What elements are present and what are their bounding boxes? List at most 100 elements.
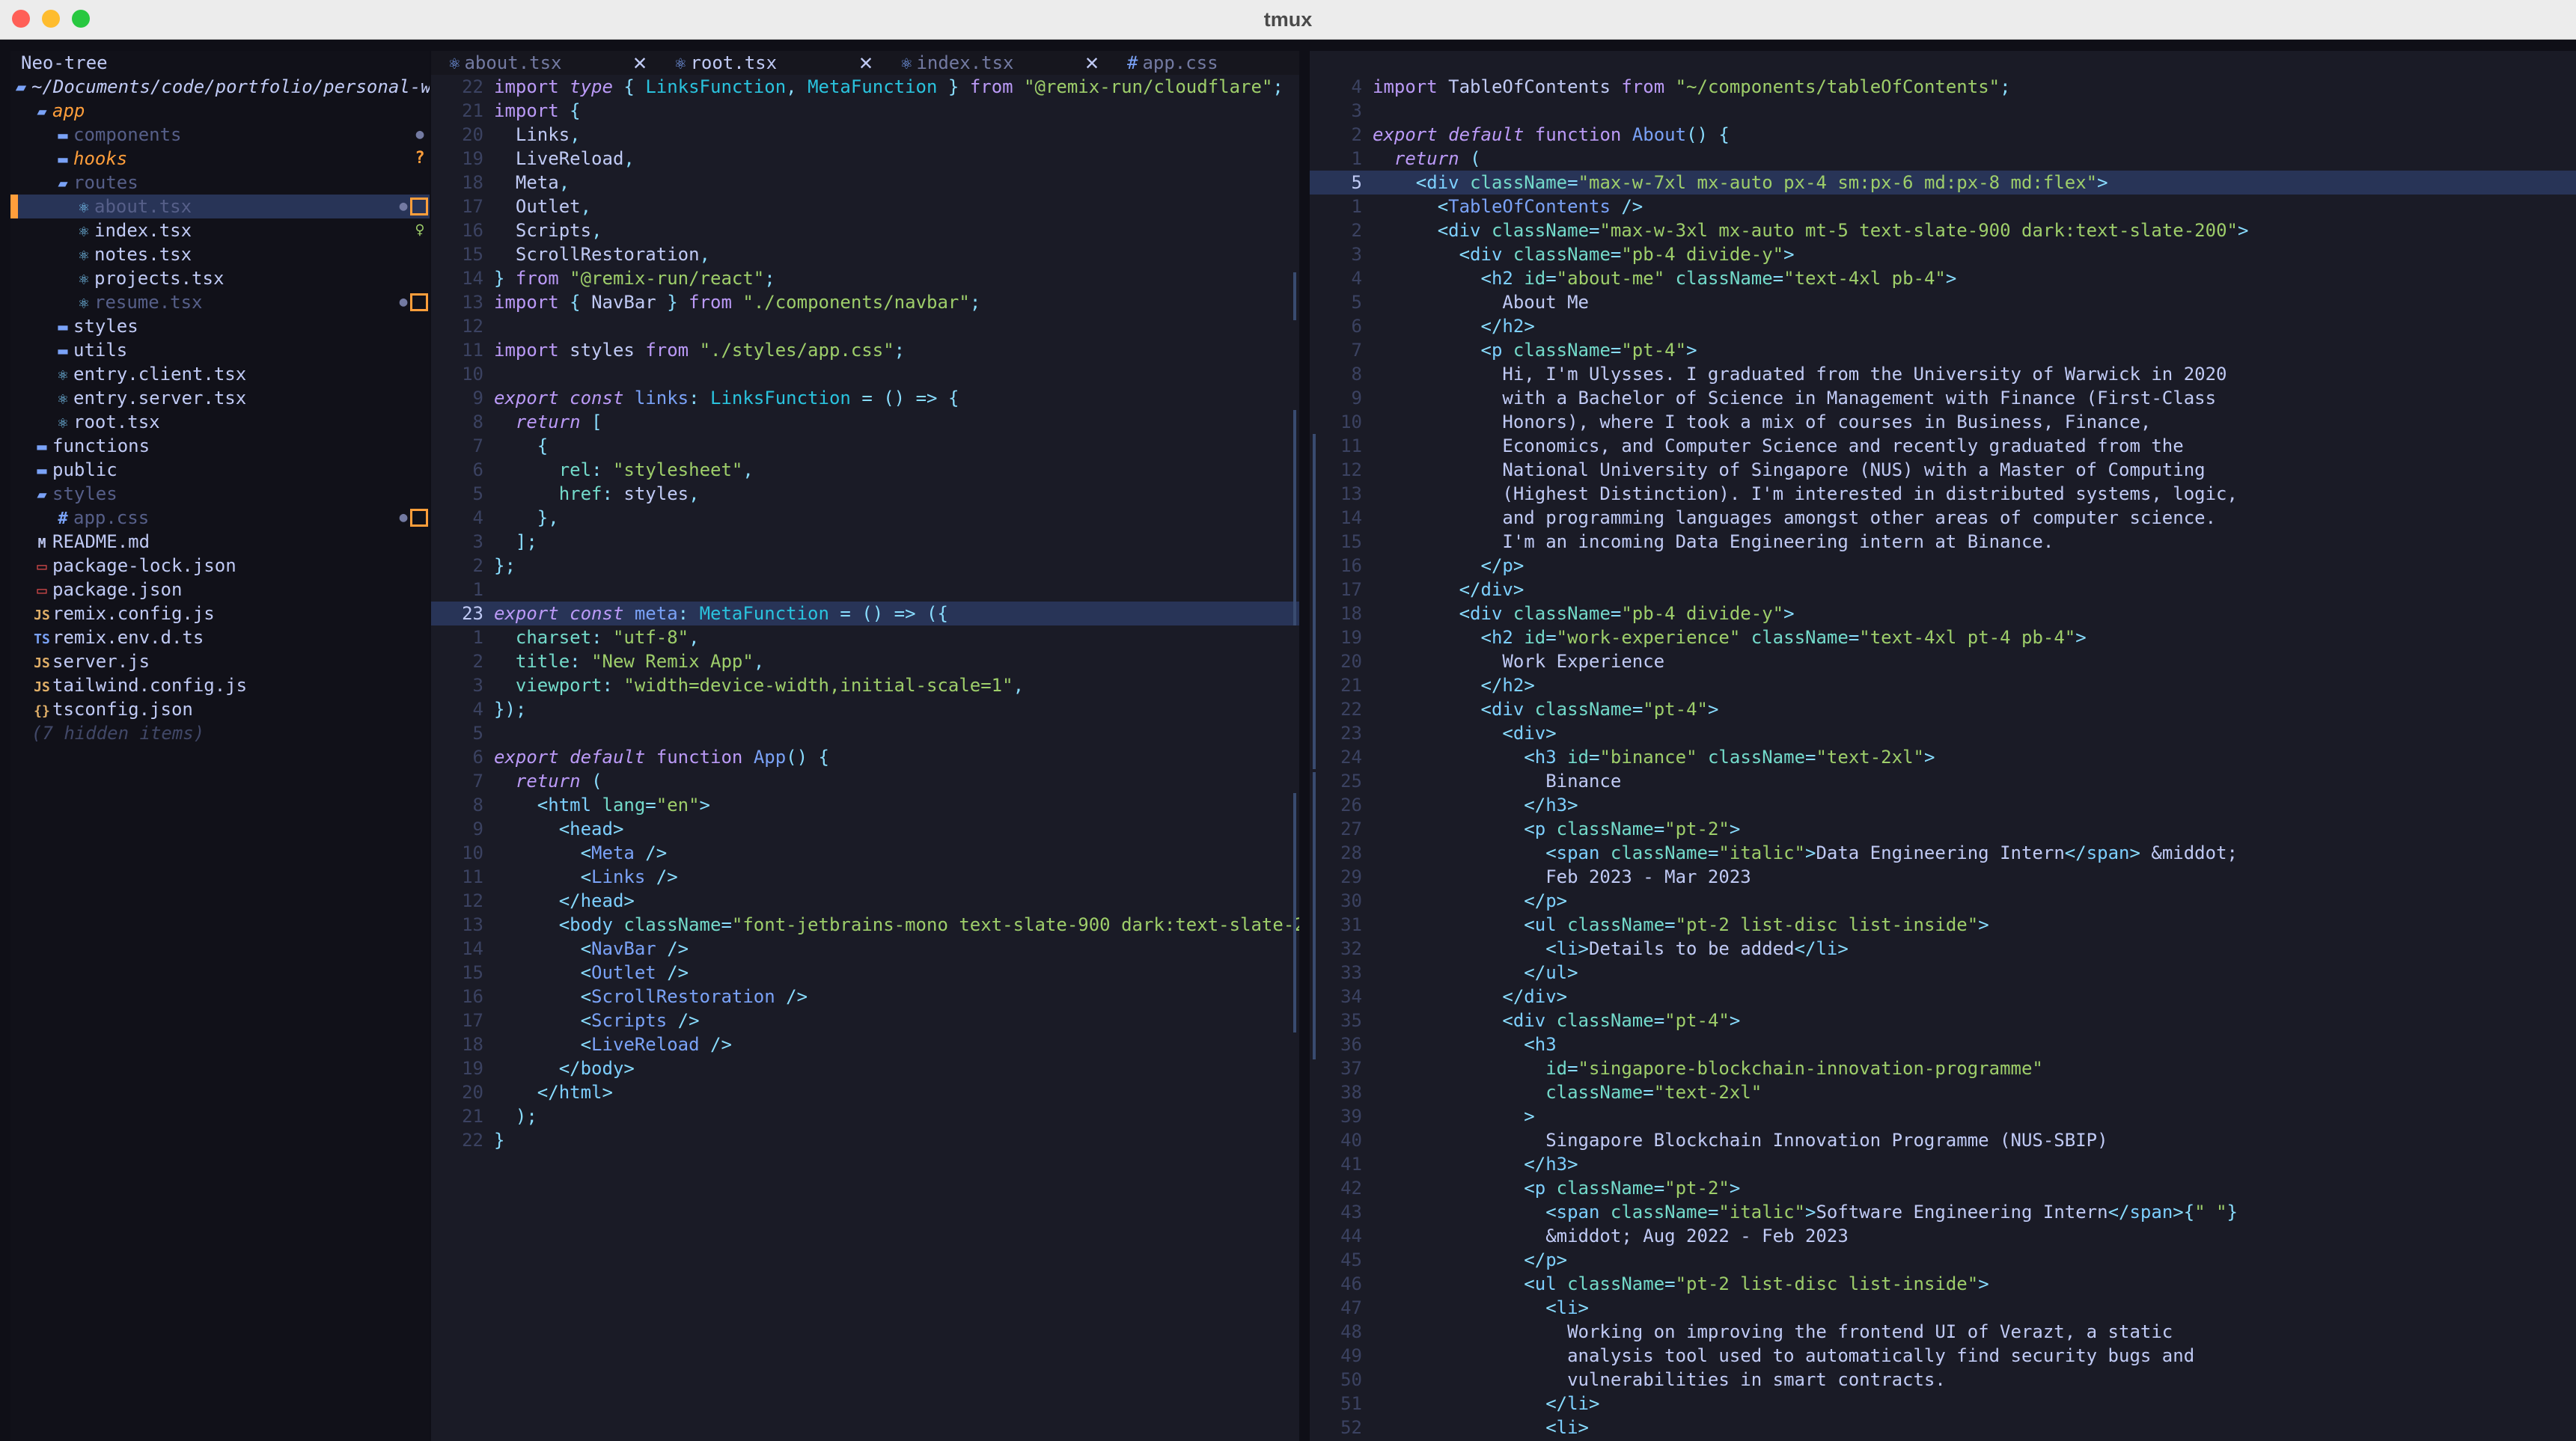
- code-line[interactable]: 9 export const links: LinksFunction = () …: [431, 386, 1299, 410]
- code-line[interactable]: 14 <NavBar />: [431, 937, 1299, 961]
- code-line[interactable]: 48 Working on improving the frontend UI …: [1310, 1320, 2576, 1344]
- code-line[interactable]: 20 Work Experience: [1310, 649, 2576, 673]
- code-line[interactable]: 35 <div className="pt-4">: [1310, 1009, 2576, 1032]
- code-line[interactable]: 12 </head>: [431, 889, 1299, 913]
- code-line[interactable]: 23 export const meta: MetaFunction = () =…: [431, 602, 1299, 625]
- code-line[interactable]: 14 and programming languages amongst oth…: [1310, 506, 2576, 530]
- code-line[interactable]: 22 import type { LinksFunction, MetaFunct…: [431, 75, 1299, 99]
- code-line[interactable]: 12 National University of Singapore (NUS…: [1310, 458, 2576, 482]
- code-line[interactable]: 21 </h2>: [1310, 673, 2576, 697]
- code-line[interactable]: 7 return (: [431, 769, 1299, 793]
- tree-item[interactable]: ▰ routes: [10, 171, 430, 195]
- code-line[interactable]: 6 </h2>: [1310, 314, 2576, 338]
- tab-app-css[interactable]: # app.css: [1127, 51, 1218, 75]
- tree-item[interactable]: # app.css ●: [10, 506, 430, 530]
- tree-item[interactable]: ▬ components ●: [10, 123, 430, 147]
- code-line[interactable]: 11 Economics, and Computer Science and r…: [1310, 434, 2576, 458]
- code-line[interactable]: 6 export default function App() {: [431, 745, 1299, 769]
- tree-item[interactable]: ▬ styles: [10, 314, 430, 338]
- code-line[interactable]: 25 Binance: [1310, 769, 2576, 793]
- tree-item[interactable]: TS remix.env.d.ts: [10, 625, 430, 649]
- code-line[interactable]: 19 </body>: [431, 1056, 1299, 1080]
- code-line[interactable]: 18 <div className="pb-4 divide-y">: [1310, 602, 2576, 625]
- code-line[interactable]: 42 <p className="pt-2">: [1310, 1176, 2576, 1200]
- tab-root-tsx[interactable]: ⚛ root.tsx: [675, 51, 777, 75]
- code-line[interactable]: 24 <h3 id="binance" className="text-2xl"…: [1310, 745, 2576, 769]
- tree-item[interactable]: JS tailwind.config.js: [10, 673, 430, 697]
- editor-pane-left[interactable]: ⚛ about.tsx ✕ ⚛ root.tsx ✕ ⚛ index.tsx ✕ # app.css…: [431, 51, 1299, 1441]
- code-line[interactable]: 15 <Outlet />: [431, 961, 1299, 985]
- code-line[interactable]: 16 <ScrollRestoration />: [431, 985, 1299, 1009]
- file-explorer[interactable]: Neo-tree ▰ ~/Documents/code/portfolio/per…: [10, 51, 430, 1441]
- code-line[interactable]: 21 import {: [431, 99, 1299, 123]
- code-line[interactable]: 15 ScrollRestoration,: [431, 242, 1299, 266]
- code-line[interactable]: 5 About Me: [1310, 290, 2576, 314]
- code-line[interactable]: 5 href: styles,: [431, 482, 1299, 506]
- code-line[interactable]: 4 },: [431, 506, 1299, 530]
- code-line[interactable]: 8 return [: [431, 410, 1299, 434]
- code-line[interactable]: 20 </html>: [431, 1080, 1299, 1104]
- code-line[interactable]: 11 import styles from "./styles/app.css";: [431, 338, 1299, 362]
- code-line[interactable]: 27 <p className="pt-2">: [1310, 817, 2576, 841]
- tab-index-tsx[interactable]: ⚛ index.tsx: [901, 51, 1014, 75]
- code-line[interactable]: 46 <ul className="pt-2 list-disc list-in…: [1310, 1272, 2576, 1296]
- code-line[interactable]: 3 <div className="pb-4 divide-y">: [1310, 242, 2576, 266]
- tree-item[interactable]: ⚛ entry.server.tsx: [10, 386, 430, 410]
- code-line[interactable]: 28 <span className="italic">Data Enginee…: [1310, 841, 2576, 865]
- code-line[interactable]: 33 </ul>: [1310, 961, 2576, 985]
- code-line[interactable]: 47 <li>: [1310, 1296, 2576, 1320]
- code-line[interactable]: 17 Outlet,: [431, 195, 1299, 218]
- code-line[interactable]: 13 <body className="font-jetbrains-mono …: [431, 913, 1299, 937]
- tree-item[interactable]: ▬ hooks?: [10, 147, 430, 171]
- code-line[interactable]: 11 <Links />: [431, 865, 1299, 889]
- close-icon[interactable]: ✕: [1085, 51, 1099, 75]
- code-line[interactable]: 49 analysis tool used to automatically f…: [1310, 1344, 2576, 1368]
- code-line[interactable]: 10: [431, 362, 1299, 386]
- code-line[interactable]: 1 return (: [1310, 147, 2576, 171]
- tree-item[interactable]: ⚛ about.tsx ●: [10, 195, 430, 218]
- code-line[interactable]: 13 import { NavBar } from "./components/n…: [431, 290, 1299, 314]
- code-line[interactable]: 8 Hi, I'm Ulysses. I graduated from the …: [1310, 362, 2576, 386]
- code-line[interactable]: 2 title: "New Remix App",: [431, 649, 1299, 673]
- code-line[interactable]: 31 <ul className="pt-2 list-disc list-in…: [1310, 913, 2576, 937]
- code-line[interactable]: 5: [431, 721, 1299, 745]
- code-line[interactable]: 17 <Scripts />: [431, 1009, 1299, 1032]
- code-line[interactable]: 34 </div>: [1310, 985, 2576, 1009]
- code-line[interactable]: 37 id="singapore-blockchain-innovation-p…: [1310, 1056, 2576, 1080]
- tree-item[interactable]: JS remix.config.js: [10, 602, 430, 625]
- code-line[interactable]: 50 vulnerabilities in smart contracts.: [1310, 1368, 2576, 1392]
- code-line[interactable]: 22 <div className="pt-4">: [1310, 697, 2576, 721]
- code-line[interactable]: 18 Meta,: [431, 171, 1299, 195]
- code-line[interactable]: 32 <li>Details to be added</li>: [1310, 937, 2576, 961]
- code-line[interactable]: 19 LiveReload,: [431, 147, 1299, 171]
- tree-item[interactable]: ⚛ root.tsx: [10, 410, 430, 434]
- tree-item[interactable]: {} tsconfig.json: [10, 697, 430, 721]
- code-line[interactable]: 3: [1310, 99, 2576, 123]
- code-line[interactable]: 14} from "@remix-run/react";: [431, 266, 1299, 290]
- code-line[interactable]: 52 <li>: [1310, 1416, 2576, 1440]
- code-line[interactable]: 21 );: [431, 1104, 1299, 1128]
- code-line[interactable]: 13 (Highest Distinction). I'm interested…: [1310, 482, 2576, 506]
- code-line[interactable]: 2};: [431, 554, 1299, 578]
- tab-about-tsx[interactable]: ⚛ about.tsx: [449, 51, 562, 75]
- tree-item[interactable]: (7 hidden items): [10, 721, 430, 745]
- code-line[interactable]: 9 <head>: [431, 817, 1299, 841]
- code-line[interactable]: 22}: [431, 1128, 1299, 1152]
- close-icon[interactable]: ✕: [859, 51, 873, 75]
- code-line[interactable]: 29 Feb 2023 - Mar 2023: [1310, 865, 2576, 889]
- tree-item[interactable]: ▰ app: [10, 99, 430, 123]
- code-line[interactable]: 44 &middot; Aug 2022 - Feb 2023: [1310, 1224, 2576, 1248]
- code-line[interactable]: 12: [431, 314, 1299, 338]
- code-line[interactable]: 1 charset: "utf-8",: [431, 625, 1299, 649]
- tree-root[interactable]: ▰ ~/Documents/code/portfolio/personal-w: [10, 75, 430, 99]
- code-line[interactable]: 19 <h2 id="work-experience" className="t…: [1310, 625, 2576, 649]
- tree-item[interactable]: ▬ public: [10, 458, 430, 482]
- code-line[interactable]: 4 <h2 id="about-me" className="text-4xl …: [1310, 266, 2576, 290]
- code-line[interactable]: 2 export default function About() {: [1310, 123, 2576, 147]
- code-line[interactable]: 6 rel: "stylesheet",: [431, 458, 1299, 482]
- tree-item[interactable]: ▭ package-lock.json: [10, 554, 430, 578]
- code-line[interactable]: 15 I'm an incoming Data Engineering inte…: [1310, 530, 2576, 554]
- code-line[interactable]: 40 Singapore Blockchain Innovation Progr…: [1310, 1128, 2576, 1152]
- code-line[interactable]: 20 Links,: [431, 123, 1299, 147]
- code-line[interactable]: 3 viewport: "width=device-width,initial-…: [431, 673, 1299, 697]
